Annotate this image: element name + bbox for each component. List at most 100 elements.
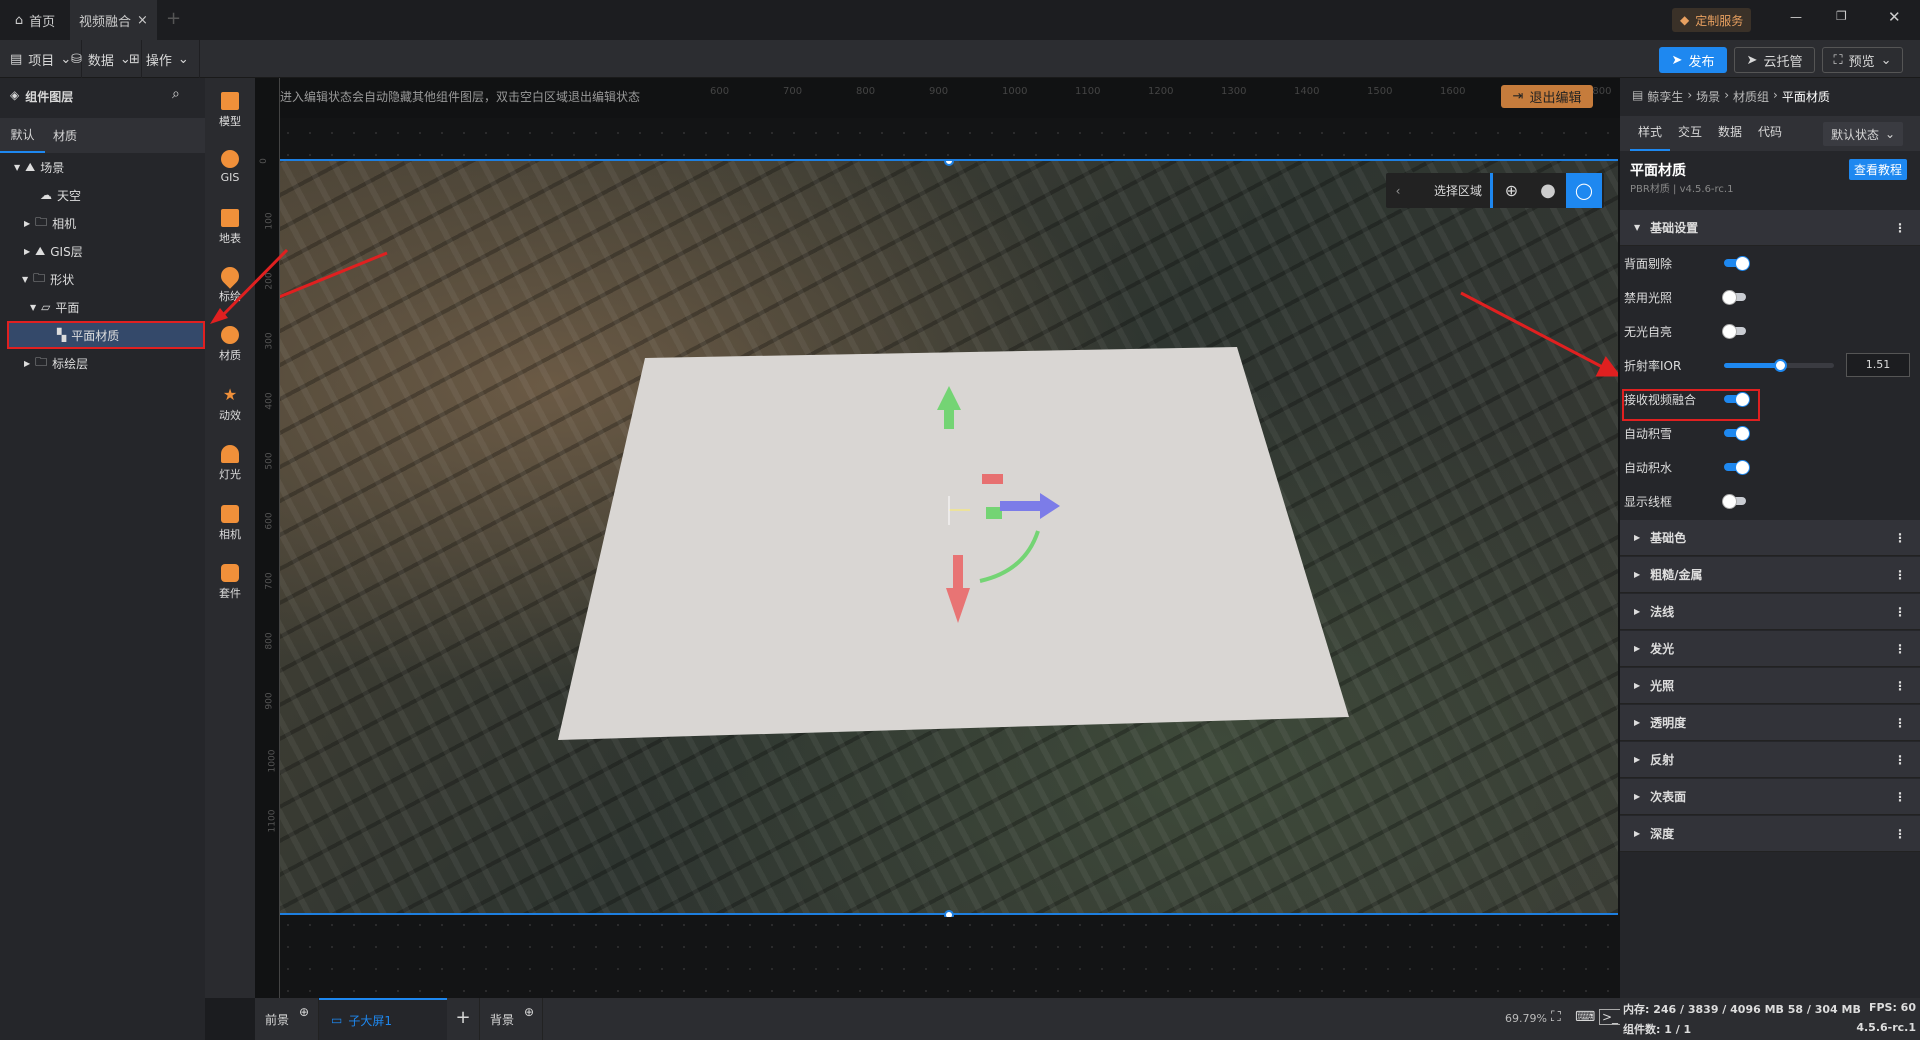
- slider-thumb[interactable]: [1774, 359, 1788, 372]
- toggle-switch[interactable]: [1722, 494, 1746, 509]
- layer-panel: ◈ 组件图层 ⌕ 默认 材质 ▼ ⛰ 场景 ☁ 天空 ▶ 🗀 相机 ▶ ⛰ GIS层 ▼ 🗀 形状 …: [0, 78, 205, 1040]
- ior-slider[interactable]: [1724, 359, 1834, 372]
- section-header[interactable]: ▶ 次表面 ⋮: [1620, 779, 1920, 815]
- tab-default[interactable]: 默认: [0, 118, 45, 153]
- toggle-switch[interactable]: [1724, 426, 1750, 441]
- setting-row: 显示线框: [1620, 484, 1920, 518]
- add-tab-button[interactable]: +: [166, 8, 181, 29]
- cloud-hosting-button[interactable]: ➤ 云托管: [1734, 47, 1815, 73]
- globe-wire-icon[interactable]: ⊕: [1493, 181, 1530, 200]
- tool-model[interactable]: 模型: [205, 92, 255, 129]
- tree-item-camera[interactable]: ▶ 🗀 相机: [0, 209, 205, 237]
- tab-interaction[interactable]: 交互: [1670, 116, 1710, 151]
- menu-operate[interactable]: ⊞ 操作 ⌄: [119, 40, 200, 78]
- terminal-icon[interactable]: >_: [1599, 1009, 1622, 1025]
- tree-item-sky[interactable]: ☁ 天空: [0, 181, 205, 209]
- tree-item-gis[interactable]: ▶ ⛰ GIS层: [0, 237, 205, 265]
- section-header[interactable]: ▶ 基础色 ⋮: [1620, 520, 1920, 556]
- state-select[interactable]: 默认状态 ⌄: [1823, 122, 1903, 146]
- more-icon[interactable]: ⋮: [1894, 642, 1906, 656]
- minimize-button[interactable]: —: [1790, 10, 1802, 24]
- add-circle-icon[interactable]: ⊕: [299, 1005, 309, 1019]
- keyboard-icon[interactable]: ⌨: [1575, 1009, 1595, 1025]
- tab-video-fusion[interactable]: 视频融合 ×: [70, 0, 157, 40]
- caret-down-icon: ▼: [14, 162, 21, 172]
- more-icon[interactable]: ⋮: [1894, 753, 1906, 767]
- section-header[interactable]: ▶ 法线 ⋮: [1620, 594, 1920, 630]
- tool-camera[interactable]: 相机: [205, 505, 255, 542]
- folder-icon: 🗀: [33, 270, 46, 285]
- setting-label: 折射率IOR: [1624, 358, 1682, 373]
- tree-item-plot-layer[interactable]: ▶ 🗀 标绘层: [0, 349, 205, 377]
- caret-right-icon: ▶: [1634, 681, 1641, 690]
- chevron-down-icon: ⌄: [177, 51, 189, 67]
- more-icon[interactable]: ⋮: [1894, 531, 1906, 545]
- toggle-switch[interactable]: [1722, 324, 1746, 339]
- tool-effect[interactable]: ★ 动效: [205, 386, 255, 423]
- publish-button[interactable]: ➤ 发布: [1659, 47, 1727, 73]
- more-icon[interactable]: ⋮: [1894, 790, 1906, 804]
- add-circle-icon[interactable]: ⊕: [524, 1005, 534, 1019]
- section-header[interactable]: ▶ 发光 ⋮: [1620, 631, 1920, 667]
- tree-item-plane[interactable]: ▼ ▱ 平面: [0, 293, 205, 321]
- section-header[interactable]: ▶ 粗糙/金属 ⋮: [1620, 557, 1920, 593]
- gizmo-xz-handle[interactable]: [982, 474, 1003, 484]
- setting-label: 自动积雪: [1624, 426, 1673, 441]
- caret-down-icon: ▼: [30, 302, 37, 312]
- section-header[interactable]: ▶ 反射 ⋮: [1620, 742, 1920, 778]
- background-tab[interactable]: 背景 ⊕: [480, 998, 543, 1040]
- exit-edit-button[interactable]: ⇥ 退出编辑: [1501, 85, 1593, 108]
- section-header[interactable]: ▶ 透明度 ⋮: [1620, 705, 1920, 741]
- tab-style[interactable]: 样式: [1630, 116, 1670, 151]
- section-header[interactable]: ▶ 深度 ⋮: [1620, 816, 1920, 852]
- toggle-switch[interactable]: [1722, 290, 1746, 305]
- ring-sphere-icon[interactable]: ◯: [1566, 173, 1602, 208]
- fit-screen-icon[interactable]: ⛶: [1551, 1009, 1561, 1025]
- restore-button[interactable]: ❐: [1836, 9, 1847, 23]
- solid-sphere-icon[interactable]: ●: [1530, 180, 1566, 201]
- search-icon[interactable]: ⌕: [172, 86, 180, 102]
- more-icon[interactable]: ⋮: [1894, 568, 1906, 582]
- resize-handle[interactable]: [944, 161, 954, 166]
- foreground-tab[interactable]: 前景 ⊕: [255, 998, 319, 1040]
- tool-kit[interactable]: 套件: [205, 564, 255, 601]
- tab-home[interactable]: ⌂ 首页: [0, 0, 70, 40]
- chevron-left-icon[interactable]: ‹: [1386, 184, 1410, 198]
- preview-button[interactable]: ⛶ 预览 ⌄: [1822, 47, 1903, 73]
- ior-input[interactable]: 1.51: [1846, 353, 1910, 377]
- add-screen-button[interactable]: +: [447, 998, 480, 1040]
- close-window-button[interactable]: ✕: [1888, 8, 1901, 26]
- ruler-x-label: 1500: [1367, 86, 1393, 97]
- section-basic-settings[interactable]: ▼ 基础设置 ⋮: [1620, 210, 1920, 246]
- view-tutorial-button[interactable]: 查看教程: [1849, 159, 1908, 180]
- more-icon[interactable]: ⋮: [1894, 679, 1906, 693]
- tab-code[interactable]: 代码: [1750, 116, 1790, 151]
- caret-right-icon: ▶: [1634, 644, 1641, 653]
- map-viewport[interactable]: ‹ 选择区域 ⊕ ● ◯: [280, 159, 1618, 917]
- tab-material[interactable]: 材质: [45, 118, 85, 153]
- ruler-x-label: 900: [929, 86, 949, 97]
- close-icon[interactable]: ×: [137, 13, 148, 28]
- toggle-switch[interactable]: [1724, 256, 1750, 271]
- resize-handle[interactable]: [944, 910, 954, 917]
- more-icon[interactable]: ⋮: [1894, 827, 1906, 841]
- more-icon[interactable]: ⋮: [1894, 716, 1906, 730]
- custom-service-button[interactable]: ◆ 定制服务: [1672, 8, 1752, 32]
- tree-item-plane-material[interactable]: ▚ 平面材质: [7, 321, 205, 349]
- tree-item-shape[interactable]: ▼ 🗀 形状: [0, 265, 205, 293]
- section-header[interactable]: ▶ 光照 ⋮: [1620, 668, 1920, 704]
- tool-light[interactable]: 灯光: [205, 445, 255, 482]
- tool-gis[interactable]: GIS: [205, 150, 255, 184]
- gizmo-yz-handle[interactable]: [986, 507, 1002, 519]
- component-count: 组件数: 1 / 1: [1623, 1023, 1692, 1036]
- more-icon[interactable]: ⋮: [1894, 221, 1906, 235]
- tree-item-scene[interactable]: ▼ ⛰ 场景: [0, 153, 205, 181]
- setting-row: 无光自亮: [1620, 314, 1920, 348]
- tab-data[interactable]: 数据: [1710, 116, 1750, 151]
- caret-right-icon: ▶: [1634, 607, 1641, 616]
- ruler-x-label: 1600: [1440, 86, 1466, 97]
- select-area-button[interactable]: 选择区域: [1410, 182, 1490, 199]
- toggle-switch[interactable]: [1724, 460, 1750, 475]
- more-icon[interactable]: ⋮: [1894, 605, 1906, 619]
- screen-tab[interactable]: ▭ 子大屏1: [319, 998, 447, 1040]
